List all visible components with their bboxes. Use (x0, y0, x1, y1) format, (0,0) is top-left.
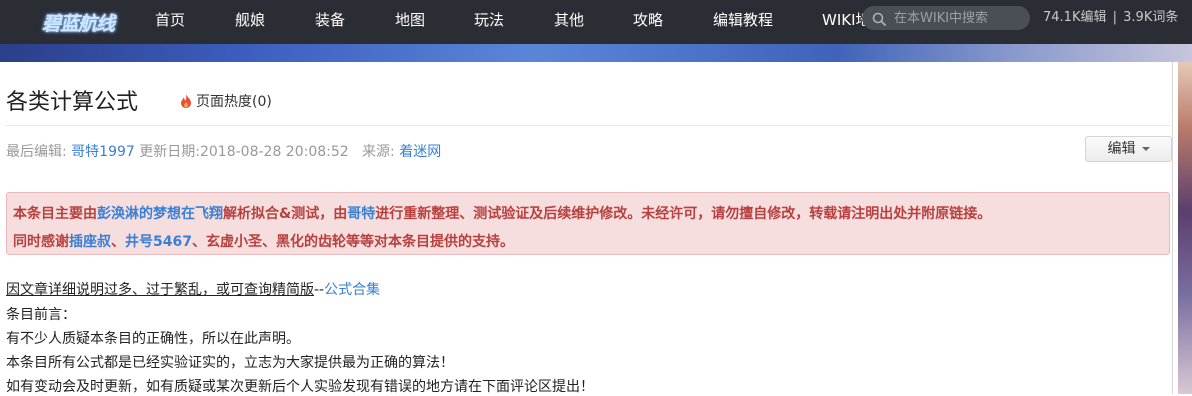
nav-item-edit-tutorial[interactable]: 编辑教程 (713, 0, 773, 40)
preface-heading: 条目前言： (6, 307, 76, 323)
notice-link-thanks-2[interactable]: 井号5467 (125, 234, 192, 250)
page-title: 各类计算公式 (6, 90, 139, 115)
simplified-note: 因文章详细说明过多、过于繁乱，或可查询精简版 (6, 282, 314, 298)
nav-item-other[interactable]: 其他 (554, 0, 584, 40)
search-icon[interactable] (872, 11, 886, 26)
formula-collection-link[interactable]: 公式合集 (324, 282, 380, 298)
update-date: 2018-08-28 20:08:52 (199, 144, 349, 160)
stats-separator: | (1112, 10, 1118, 25)
notice-link-author[interactable]: 彭涣淋的梦想在飞翔 (97, 206, 223, 222)
source-label: 来源: (362, 144, 395, 160)
stats-edits: 74.1K编辑 (1043, 10, 1107, 25)
simplified-version-line: 因文章详细说明过多、过于繁乱，或可查询精简版--公式合集 (6, 279, 380, 299)
preface-line-1: 有不少人质疑本条目的正确性，所以在此声明。 (6, 331, 300, 347)
top-navbar: 碧蓝航线 首页 舰娘 装备 地图 玩法 其他 攻略 编辑教程 WIKI地图 74… (0, 0, 1192, 44)
notice-text: 、玄虚小圣、黑化的齿轮等等对本条目提供的支持。 (191, 234, 514, 250)
dash-separator: -- (314, 282, 325, 298)
side-art (1178, 62, 1192, 394)
search-box[interactable] (862, 6, 1030, 30)
notice-text: 解析拟合&测试，由 (223, 206, 348, 222)
page-heat-label: 页面热度(0) (196, 94, 272, 110)
nav-item-guides[interactable]: 攻略 (633, 0, 663, 40)
notice-line-2: 同时感谢插座叔、井号5467、玄虚小圣、黑化的齿轮等等对本条目提供的支持。 (13, 231, 514, 251)
page-meta: 最后编辑: 哥特1997 更新日期:2018-08-28 20:08:52 来源… (6, 141, 441, 161)
nav-item-home[interactable]: 首页 (155, 0, 185, 40)
source-link[interactable]: 着迷网 (399, 144, 441, 160)
notice-text: 进行重新整理、测试验证及后续维护修改。未经许可，请勿擅自修改，转载请注明出处并附… (375, 206, 992, 222)
notice-box: 本条目主要由彭涣淋的梦想在飞翔解析拟合&测试，由哥特进行重新整理、测试验证及后续… (6, 192, 1170, 255)
chevron-down-icon (1141, 147, 1150, 151)
search-input[interactable] (894, 6, 1024, 30)
page-heat: 页面热度(0) (180, 91, 272, 111)
header-banner (0, 44, 1192, 62)
nav-item-shipgirls[interactable]: 舰娘 (235, 0, 265, 40)
preface-line-3: 如有变动会及时更新，如有质疑或某次更新后个人实验发现有错误的地方请在下面评论区提… (6, 379, 594, 395)
notice-text: 本条目主要由 (13, 206, 97, 222)
last-editor-link[interactable]: 哥特1997 (71, 144, 135, 160)
fire-icon (180, 94, 192, 108)
last-editor-label: 最后编辑: (6, 144, 67, 160)
site-logo[interactable]: 碧蓝航线 (42, 4, 115, 44)
edit-button[interactable]: 编辑 (1085, 136, 1172, 162)
nav-item-gameplay[interactable]: 玩法 (474, 0, 504, 40)
stats-entries: 3.9K词条 (1123, 10, 1179, 25)
content-border (1172, 62, 1173, 394)
title-divider (6, 125, 1170, 126)
nav-item-equipment[interactable]: 装备 (315, 0, 345, 40)
edit-button-label: 编辑 (1107, 141, 1136, 157)
nav-item-maps[interactable]: 地图 (395, 0, 425, 40)
main-content: 各类计算公式 页面热度(0) 最后编辑: 哥特1997 更新日期:2018-08… (0, 62, 1172, 395)
notice-link-thanks-1[interactable]: 插座叔 (69, 234, 111, 250)
wiki-stats: 74.1K编辑 | 3.9K词条 (1043, 0, 1178, 36)
notice-text: 同时感谢 (13, 234, 69, 250)
update-date-label: 更新日期: (139, 144, 200, 160)
notice-link-editor[interactable]: 哥特 (347, 206, 375, 222)
notice-line-1: 本条目主要由彭涣淋的梦想在飞翔解析拟合&测试，由哥特进行重新整理、测试验证及后续… (13, 203, 991, 223)
preface-line-2: 本条目所有公式都是已经实验证实的，立志为大家提供最为正确的算法！ (6, 355, 454, 371)
notice-text: 、 (111, 234, 125, 250)
